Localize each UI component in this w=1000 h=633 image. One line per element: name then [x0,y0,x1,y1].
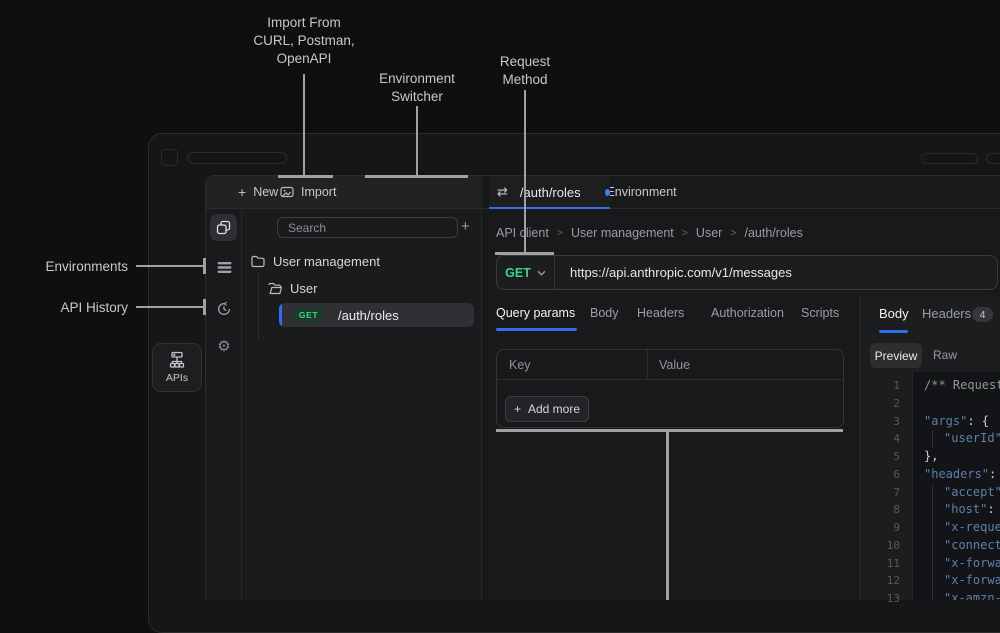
method-badge: GET [293,308,324,322]
plus-icon: + [514,402,521,416]
apis-label: APIs [166,372,188,384]
annotation-line [496,429,843,432]
unsaved-dot-indicator [605,189,610,196]
response-panel: Body Headers 4 Preview Raw 1234567891011… [859,296,1000,600]
active-response-tab-underline [879,330,908,333]
api-client-panel: + New Import No Environment ⇄ /auth/role… [205,175,1000,600]
code-editor[interactable]: 12345678910111213 /** Request"args": {"u… [860,372,1000,600]
params-table-header: Key Value [497,350,843,380]
code-lines: /** Request"args": {"userId":},"headers"… [912,372,1000,600]
line-numbers: 12345678910111213 [860,372,912,600]
annotation-line [524,90,526,253]
breadcrumb: API client > User management > User > /a… [496,225,803,241]
annotation-api-history: API History [28,299,128,317]
url-input[interactable]: https://api.anthropic.com/v1/messages [555,265,792,280]
url-bar: GET https://api.anthropic.com/v1/message… [496,255,998,290]
preview-label: Preview [875,349,918,363]
annotation-line [136,306,203,308]
tab-headers[interactable]: Headers [637,304,684,322]
chevron-down-icon [537,270,546,276]
swap-arrows-icon: ⇄ [497,185,508,200]
annotation-line [203,258,206,274]
method-value: GET [505,266,531,280]
search-input[interactable] [277,217,458,238]
annotation-environment-switcher: Environment Switcher [357,70,477,106]
annotation-line [303,74,305,176]
history-clock-icon [216,301,232,317]
plus-icon: + [238,184,246,200]
new-request-button[interactable]: + New [238,176,278,208]
collections-nav-button[interactable] [210,214,237,241]
selected-indicator-bar [279,303,282,327]
tab-body[interactable]: Body [590,304,619,322]
folder-label: User management [273,254,380,269]
folder-icon [251,255,265,268]
breadcrumb-item[interactable]: User management [571,226,674,240]
request-tab-title: /auth/roles [520,185,581,200]
add-more-button[interactable]: + Add more [505,396,589,422]
query-params-table: Key Value + Add more [496,349,844,428]
breadcrumb-separator: > [557,227,563,239]
active-request-tab-underline [496,328,577,331]
annotation-line [416,106,418,176]
environments-icon [217,261,232,274]
tree-folder-user[interactable]: User [268,278,317,298]
add-collection-button[interactable]: + [461,218,470,235]
window-header-pill-skeleton [986,153,1000,164]
breadcrumb-separator: > [730,227,736,239]
window-header-pill-skeleton [921,153,978,164]
annotation-line [203,299,206,315]
tab-scripts[interactable]: Scripts [801,304,839,322]
tree-request-auth-roles[interactable]: GET /auth/roles [279,303,474,327]
import-icon [280,185,294,199]
value-column-header: Value [659,358,690,372]
response-tab-body[interactable]: Body [879,305,909,323]
annotation-line [666,429,669,600]
tree-folder-user-management[interactable]: User management [251,251,380,271]
import-button[interactable]: Import [280,176,336,208]
request-editor: API client > User management > User > /a… [482,209,1000,600]
sidebar-item-apis[interactable]: APIs [152,343,202,392]
preview-toggle-button[interactable]: Preview [870,343,922,368]
annotation-line [278,175,333,178]
tab-authorization[interactable]: Authorization [711,304,784,322]
tree-indent-guide [258,273,259,339]
annotation-line [495,252,554,255]
collections-icon [216,220,231,235]
response-tab-headers[interactable]: Headers [922,305,971,323]
folder-open-icon [268,282,282,295]
topbar: + New Import No Environment ⇄ /auth/role… [206,176,1000,209]
import-label: Import [301,185,336,199]
apis-server-icon [168,351,186,369]
window-control-skeleton [161,149,178,166]
api-history-nav-button[interactable] [206,301,242,317]
annotation-line [136,265,203,267]
request-path-label: /auth/roles [338,308,399,323]
tab-query-params[interactable]: Query params [496,304,575,322]
raw-toggle-button[interactable]: Raw [933,348,957,362]
annotation-environments: Environments [28,258,128,276]
environments-nav-button[interactable] [206,261,242,274]
headers-count-badge: 4 [972,307,993,322]
folder-label: User [290,281,317,296]
gear-icon: ⚙ [217,339,230,354]
column-divider [647,350,648,380]
method-dropdown[interactable]: GET [497,256,555,289]
breadcrumb-item[interactable]: /auth/roles [744,226,802,240]
annotation-request-method: Request Method [480,53,570,89]
panel-icon-rail: ⚙ [206,209,242,600]
window-title-skeleton [187,152,287,164]
breadcrumb-item[interactable]: User [696,226,722,240]
collections-tree-panel: + User management User GET /auth/roles [242,209,482,600]
annotation-line [365,175,468,178]
request-tab[interactable]: ⇄ /auth/roles [489,176,610,208]
settings-nav-button[interactable]: ⚙ [206,339,242,354]
breadcrumb-item[interactable]: API client [496,226,549,240]
screenshot-root: { "annotations": { "import_from": "Impor… [0,0,1000,600]
annotation-import-from: Import From CURL, Postman, OpenAPI [214,14,394,68]
breadcrumb-separator: > [682,227,688,239]
key-column-header: Key [509,358,531,372]
new-label: New [253,185,278,199]
add-more-label: Add more [528,402,580,416]
